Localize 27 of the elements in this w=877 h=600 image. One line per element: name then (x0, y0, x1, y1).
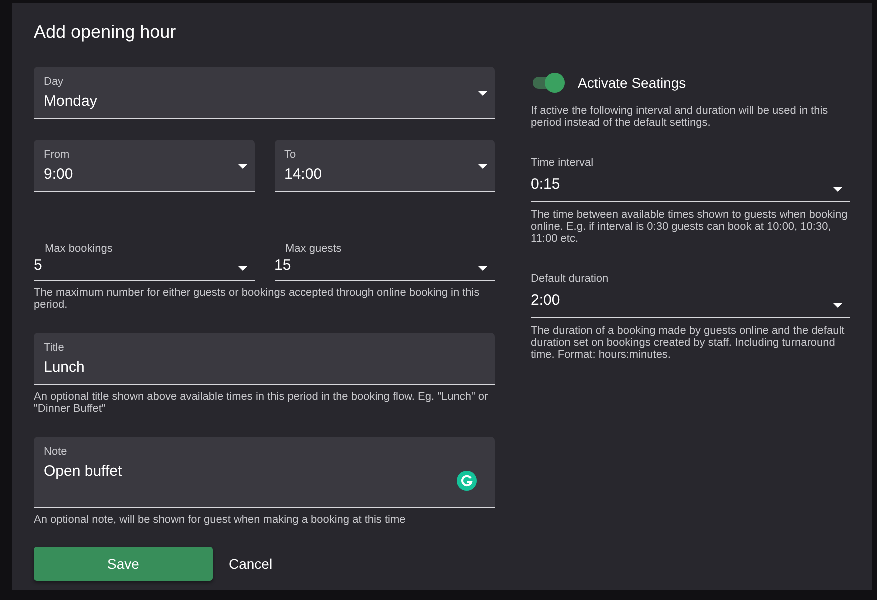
hint-text: The maximum number for either guests or bookings accepted through online booking in this period. (34, 287, 481, 311)
hint-text: An optional title shown above available times in this period in the booking flow. Eg. "Lunch" or "Dinner Buffet" (34, 391, 490, 415)
dialog-title: Add opening hour (34, 21, 178, 43)
number-select[interactable]: Max bookings 5 (34, 243, 254, 281)
caret-icon (478, 91, 488, 96)
toggle-switch[interactable] (531, 73, 565, 93)
duration-select[interactable]: Time interval 0:15 (531, 157, 850, 202)
caret-icon (833, 187, 843, 192)
caret-icon (478, 266, 488, 271)
caret-icon (833, 303, 843, 308)
save-button[interactable]: Save (34, 547, 213, 581)
hint-text: The duration of a booking made by guests online and the default duration set on bookings created by staff. Including turnaround time. Format: hours:minutes. (531, 325, 846, 361)
caret-icon (478, 164, 488, 169)
caret-icon (238, 266, 248, 271)
hint-text: An optional note, will be shown for guest when making a booking at this time (34, 514, 407, 526)
cancel-button[interactable]: Cancel (227, 550, 275, 578)
caret-icon (238, 164, 248, 169)
title-input[interactable]: Title Lunch (34, 333, 495, 385)
number-select[interactable]: Max guests 15 (274, 243, 495, 281)
hint-text: If active the following interval and duration will be used in this period instead of the default settings. (531, 105, 830, 129)
time-select[interactable]: From 9:00 (34, 140, 254, 192)
duration-select[interactable]: Default duration 2:00 (531, 273, 850, 318)
toggle-label: Activate Seatings (578, 75, 686, 91)
note-textarea[interactable]: Note Open buffet (34, 437, 495, 508)
time-select[interactable]: To 14:00 (274, 140, 495, 192)
hint-text: The time between available times shown to guests when booking online. E.g. if interval is 0:30 guests can book at 10:00, 10:30, 11:00 etc. (531, 209, 849, 245)
day-select[interactable]: Day Monday (34, 67, 495, 119)
